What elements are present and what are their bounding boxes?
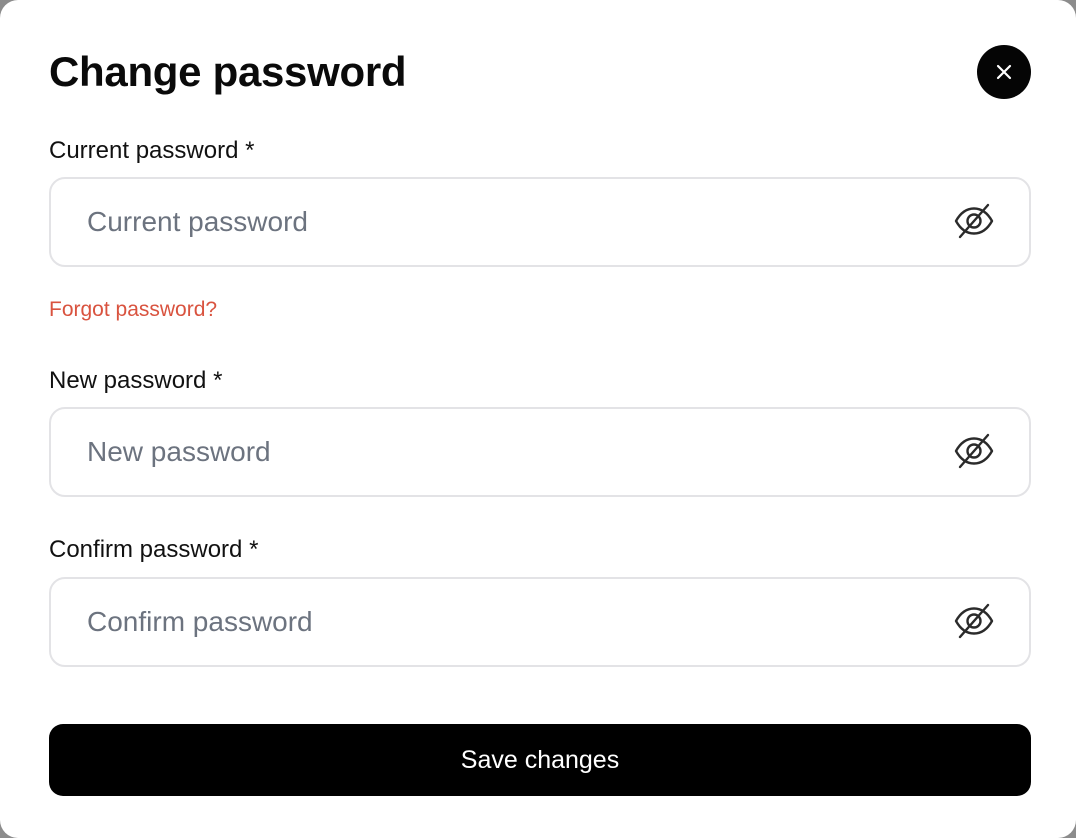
current-password-input[interactable]: [51, 179, 931, 265]
eye-off-icon: [953, 600, 995, 642]
forgot-password-link[interactable]: Forgot password?: [49, 296, 217, 324]
current-password-label: Current password *: [49, 137, 255, 164]
new-password-input[interactable]: [51, 409, 931, 495]
new-password-field: [49, 407, 1031, 497]
confirm-password-label: Confirm password *: [49, 536, 259, 563]
current-password-field: [49, 177, 1031, 267]
confirm-password-visibility-toggle[interactable]: [951, 598, 997, 644]
change-password-dialog: Change password Current password * Forgo…: [0, 0, 1076, 838]
confirm-password-field: [49, 577, 1031, 667]
dialog-title: Change password: [49, 48, 407, 95]
eye-off-icon: [953, 200, 995, 242]
confirm-password-input[interactable]: [51, 579, 931, 665]
current-password-visibility-toggle[interactable]: [951, 198, 997, 244]
new-password-label: New password *: [49, 367, 223, 394]
close-button[interactable]: [977, 45, 1031, 99]
save-changes-button[interactable]: Save changes: [49, 724, 1031, 796]
close-icon: [994, 62, 1014, 82]
new-password-visibility-toggle[interactable]: [951, 428, 997, 474]
eye-off-icon: [953, 430, 995, 472]
